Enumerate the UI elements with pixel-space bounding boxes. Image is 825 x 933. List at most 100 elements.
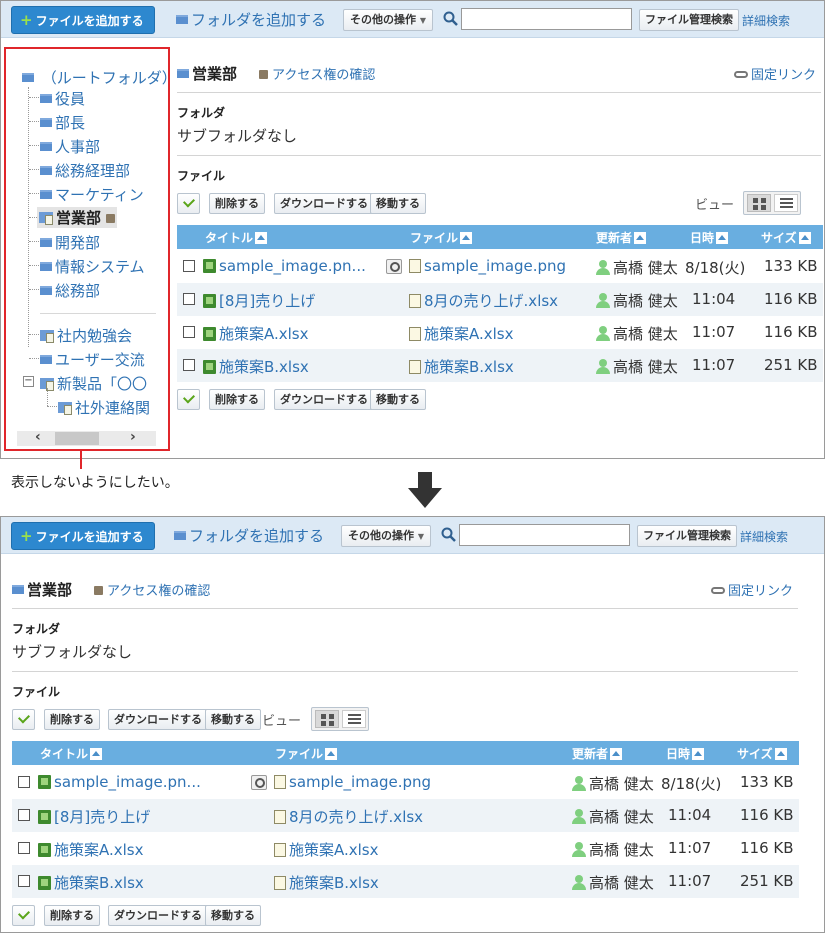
file-link[interactable]: sample_image.png: [274, 773, 431, 791]
select-all-button[interactable]: [177, 389, 200, 410]
title-link[interactable]: sample_image.pn...: [38, 773, 201, 791]
row-checkbox[interactable]: [183, 326, 195, 338]
delete-button[interactable]: 削除する: [44, 905, 100, 926]
select-all-button[interactable]: [12, 709, 35, 730]
col-title[interactable]: タイトル: [205, 229, 268, 246]
tree-item[interactable]: 部長: [40, 112, 85, 133]
row-checkbox[interactable]: [183, 260, 195, 272]
permalink[interactable]: 固定リンク: [711, 580, 793, 599]
file-link[interactable]: 施策案B.xlsx: [274, 872, 379, 893]
tree-item[interactable]: ユーザー交流: [40, 349, 145, 370]
title-link[interactable]: 施策案B.xlsx: [203, 356, 309, 377]
download-button[interactable]: ダウンロードする: [274, 389, 374, 410]
updater[interactable]: 高橋 健太: [596, 323, 678, 344]
tree-item[interactable]: マーケティン: [40, 184, 144, 205]
row-checkbox[interactable]: [18, 809, 30, 821]
search-input[interactable]: [459, 524, 630, 546]
file-link[interactable]: 8月の売り上げ.xlsx: [409, 290, 558, 311]
col-updater[interactable]: 更新者: [572, 745, 623, 762]
col-file[interactable]: ファイル: [410, 229, 473, 246]
scroll-right-icon[interactable]: ›: [130, 429, 136, 445]
file-link[interactable]: 施策案A.xlsx: [409, 323, 514, 344]
grid-view-icon[interactable]: [315, 710, 339, 728]
col-date[interactable]: 日時: [666, 745, 705, 762]
file-link[interactable]: 8月の売り上げ.xlsx: [274, 806, 423, 827]
updater[interactable]: 高橋 健太: [596, 356, 678, 377]
title-link[interactable]: 施策案A.xlsx: [38, 839, 144, 860]
download-button[interactable]: ダウンロードする: [274, 193, 374, 214]
select-all-button[interactable]: [12, 905, 35, 926]
move-button[interactable]: 移動する: [370, 389, 426, 410]
tree-item[interactable]: 新製品「〇〇: [40, 373, 147, 394]
tree-item[interactable]: 総務経理部: [40, 160, 130, 181]
scroll-thumb[interactable]: [55, 432, 99, 445]
tree-item[interactable]: 役員: [40, 88, 85, 109]
download-button[interactable]: ダウンロードする: [108, 905, 208, 926]
tree-horizontal-scrollbar[interactable]: ‹ ›: [17, 429, 156, 446]
file-search-button[interactable]: ファイル管理検索: [639, 9, 739, 31]
delete-button[interactable]: 削除する: [209, 193, 265, 214]
tree-item[interactable]: 総務部: [40, 280, 100, 301]
row-checkbox[interactable]: [183, 359, 195, 371]
tree-item[interactable]: 開発部: [40, 232, 100, 253]
detail-search-link[interactable]: 詳細検索: [740, 528, 788, 545]
move-button[interactable]: 移動する: [370, 193, 426, 214]
row-checkbox[interactable]: [18, 776, 30, 788]
title-link[interactable]: [8月]売り上げ: [203, 290, 315, 311]
move-button[interactable]: 移動する: [205, 709, 261, 730]
tree-item[interactable]: 社外連絡関: [58, 397, 150, 418]
preview-icon[interactable]: [251, 775, 267, 790]
col-size[interactable]: サイズ: [761, 229, 811, 246]
collapse-toggle[interactable]: −: [23, 376, 34, 387]
download-button[interactable]: ダウンロードする: [108, 709, 208, 730]
row-checkbox[interactable]: [18, 875, 30, 887]
file-link[interactable]: 施策案B.xlsx: [409, 356, 514, 377]
tree-root[interactable]: （ルートフォルダ）: [22, 67, 168, 88]
updater[interactable]: 高橋 健太: [572, 872, 654, 893]
delete-button[interactable]: 削除する: [209, 389, 265, 410]
updater[interactable]: 高橋 健太: [572, 773, 654, 794]
file-link[interactable]: 施策案A.xlsx: [274, 839, 379, 860]
list-view-icon[interactable]: [342, 710, 366, 728]
updater[interactable]: 高橋 健太: [572, 839, 654, 860]
col-size[interactable]: サイズ: [737, 745, 787, 762]
permalink[interactable]: 固定リンク: [734, 64, 816, 83]
grid-view-icon[interactable]: [747, 194, 771, 212]
move-button[interactable]: 移動する: [205, 905, 261, 926]
add-folder-link[interactable]: フォルダを追加する: [174, 525, 324, 546]
access-check-link[interactable]: アクセス権の確認: [94, 580, 210, 599]
select-all-button[interactable]: [177, 193, 200, 214]
add-file-button[interactable]: + ファイルを追加する: [11, 6, 155, 34]
detail-search-link[interactable]: 詳細検索: [742, 12, 790, 29]
row-checkbox[interactable]: [18, 842, 30, 854]
other-ops-button[interactable]: その他の操作 ▼: [341, 525, 431, 547]
divider: [177, 92, 821, 93]
search-input[interactable]: [461, 8, 632, 30]
file-search-button[interactable]: ファイル管理検索: [637, 525, 737, 547]
preview-icon[interactable]: [386, 259, 402, 274]
file-link[interactable]: sample_image.png: [409, 257, 566, 275]
delete-button[interactable]: 削除する: [44, 709, 100, 730]
title-link[interactable]: 施策案A.xlsx: [203, 323, 309, 344]
scroll-left-icon[interactable]: ‹: [35, 429, 41, 445]
title-link[interactable]: sample_image.pn...: [203, 257, 366, 275]
updater[interactable]: 高橋 健太: [572, 806, 654, 827]
row-checkbox[interactable]: [183, 293, 195, 305]
updater[interactable]: 高橋 健太: [596, 290, 678, 311]
col-updater[interactable]: 更新者: [596, 229, 647, 246]
tree-item-current[interactable]: 営業部: [37, 207, 118, 228]
col-date[interactable]: 日時: [690, 229, 729, 246]
col-title[interactable]: タイトル: [40, 745, 103, 762]
title-link[interactable]: 施策案B.xlsx: [38, 872, 144, 893]
title-link[interactable]: [8月]売り上げ: [38, 806, 150, 827]
add-file-button[interactable]: + ファイルを追加する: [11, 522, 155, 550]
access-check-link[interactable]: アクセス権の確認: [259, 64, 375, 83]
tree-item[interactable]: 人事部: [40, 136, 100, 157]
list-view-icon[interactable]: [774, 194, 798, 212]
other-ops-button[interactable]: その他の操作 ▼: [343, 9, 433, 31]
col-file[interactable]: ファイル: [275, 745, 338, 762]
tree-item[interactable]: 社内勉強会: [40, 325, 132, 346]
tree-item[interactable]: 情報システム: [40, 256, 145, 277]
add-folder-link[interactable]: フォルダを追加する: [176, 9, 326, 30]
updater[interactable]: 高橋 健太: [596, 257, 678, 278]
